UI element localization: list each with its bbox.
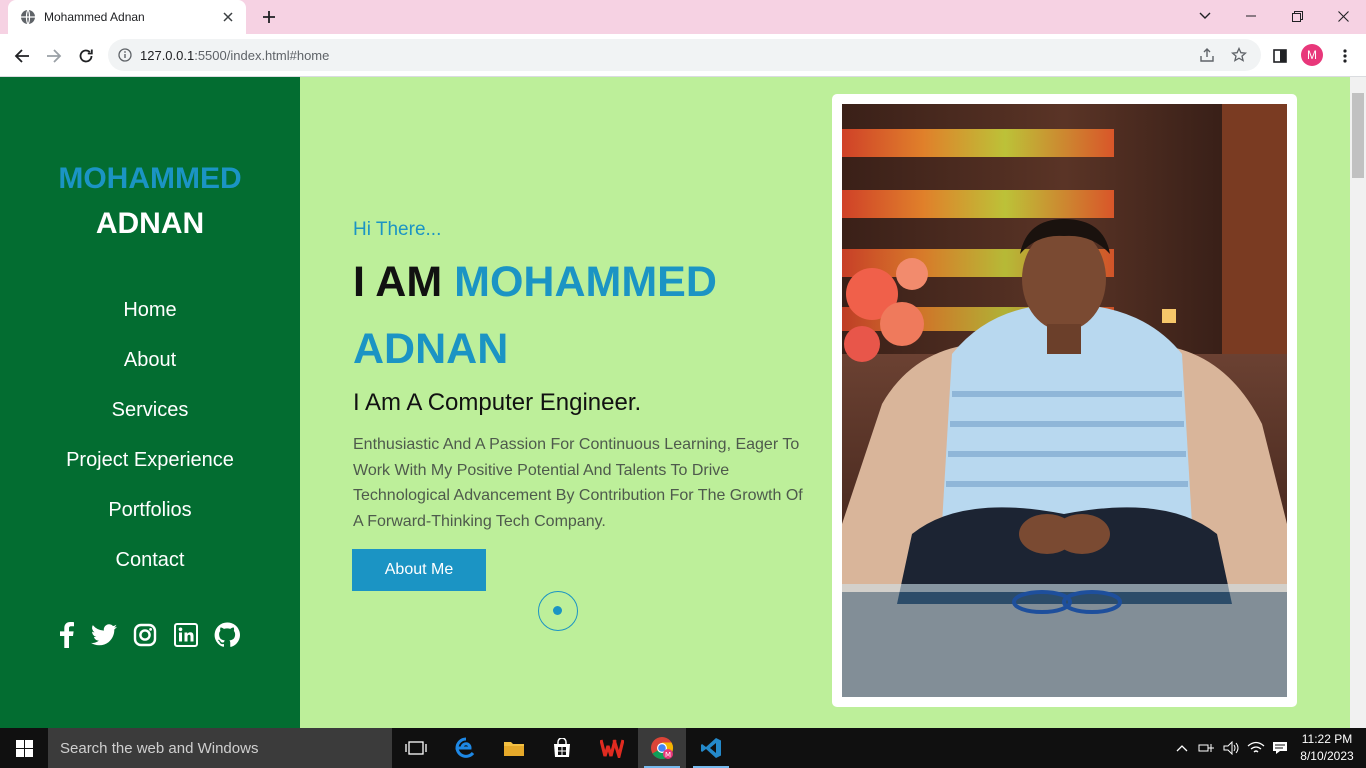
nav-services[interactable]: Services <box>0 395 300 445</box>
url-path: :5500/index.html#home <box>194 47 330 63</box>
nav-project-experience[interactable]: Project Experience <box>0 445 300 495</box>
brand-last-name[interactable]: ADNAN <box>0 207 300 241</box>
store-icon[interactable] <box>538 728 586 768</box>
tab-search-icon[interactable] <box>1182 0 1228 32</box>
hero-description: Enthusiastic And A Passion For Continuou… <box>353 436 803 530</box>
hero-greeting: Hi There... <box>353 219 442 240</box>
facebook-icon[interactable] <box>60 622 74 648</box>
edge-browser-icon[interactable] <box>442 728 490 768</box>
power-icon[interactable] <box>1196 728 1218 768</box>
hero-subtitle: I Am A Computer Engineer. <box>353 389 642 416</box>
site-info-icon[interactable] <box>118 48 132 62</box>
share-icon[interactable] <box>1198 46 1216 64</box>
nav-about[interactable]: About <box>0 345 300 395</box>
profile-photo <box>842 104 1287 697</box>
restore-button[interactable] <box>1274 0 1320 32</box>
brand-first-name[interactable]: MOHAMMED <box>0 162 300 196</box>
task-view-icon[interactable] <box>392 728 440 768</box>
profile-photo-frame <box>832 94 1297 707</box>
profile-avatar[interactable]: M <box>1301 44 1323 66</box>
hero-name-last: ADNAN <box>353 325 509 373</box>
tab-title: Mohammed Adnan <box>44 10 145 24</box>
url-text: 127.0.0.1:5500/index.html#home <box>140 48 329 63</box>
minimize-button[interactable] <box>1228 0 1274 32</box>
clock-date: 8/10/2023 <box>1300 749 1354 763</box>
close-window-button[interactable] <box>1320 0 1366 32</box>
chrome-icon[interactable]: M <box>638 728 686 768</box>
tab-strip: Mohammed Adnan <box>0 0 1366 34</box>
menu-kebab-icon[interactable] <box>1331 42 1359 70</box>
page-scrollbar[interactable] <box>1350 77 1366 728</box>
wifi-icon[interactable] <box>1245 728 1267 768</box>
forward-arrow-icon[interactable] <box>40 42 68 70</box>
taskbar-clock[interactable]: 11:22 PM 8/10/2023 <box>1296 731 1358 765</box>
linkedin-icon[interactable] <box>173 623 198 647</box>
twitter-icon[interactable] <box>90 624 117 646</box>
url-host: 127.0.0.1 <box>140 47 195 63</box>
svg-text:M: M <box>665 751 671 759</box>
social-links <box>60 621 240 649</box>
instagram-icon[interactable] <box>133 623 157 647</box>
back-arrow-icon[interactable] <box>8 42 36 70</box>
windows-start-icon[interactable] <box>0 728 48 768</box>
file-explorer-icon[interactable] <box>490 728 538 768</box>
new-tab-button[interactable] <box>258 6 280 28</box>
browser-toolbar: 127.0.0.1:5500/index.html#home M <box>0 34 1366 77</box>
bookmark-star-icon[interactable] <box>1230 46 1248 64</box>
hero-name-first: MOHAMMED <box>454 258 717 306</box>
browser-tab[interactable]: Mohammed Adnan <box>8 0 246 34</box>
nav-portfolios[interactable]: Portfolios <box>0 495 300 545</box>
taskbar: Search the web and Windows M 11:22 PM 8/… <box>0 728 1366 768</box>
nav-contact[interactable]: Contact <box>0 545 300 595</box>
clock-time: 11:22 PM <box>1301 732 1353 746</box>
github-icon[interactable] <box>214 622 240 648</box>
vscode-icon[interactable] <box>687 728 735 768</box>
taskbar-search[interactable]: Search the web and Windows <box>48 728 392 768</box>
sidebar: MOHAMMED ADNAN Home About Services Proje… <box>0 77 300 728</box>
wps-office-icon[interactable] <box>588 728 636 768</box>
reload-icon[interactable] <box>72 42 100 70</box>
globe-icon <box>20 9 36 25</box>
nav-home[interactable]: Home <box>0 295 300 345</box>
hero-iam: I AM <box>353 258 443 306</box>
about-me-button[interactable]: About Me <box>352 549 486 591</box>
sidebar-nav: Home About Services Project Experience P… <box>0 295 300 595</box>
notifications-icon[interactable] <box>1269 728 1291 768</box>
side-panel-icon[interactable] <box>1266 42 1294 70</box>
scroll-down-indicator[interactable] <box>538 591 578 631</box>
webpage: MOHAMMED ADNAN Home About Services Proje… <box>0 77 1350 728</box>
scrollbar-thumb[interactable] <box>1352 93 1364 178</box>
tray-chevron-icon[interactable] <box>1173 728 1191 768</box>
volume-icon[interactable] <box>1221 728 1243 768</box>
hero-headline: I AM MOHAMMED ADNAN <box>353 249 793 383</box>
address-bar[interactable]: 127.0.0.1:5500/index.html#home <box>108 39 1261 71</box>
close-tab-icon[interactable] <box>220 9 236 25</box>
